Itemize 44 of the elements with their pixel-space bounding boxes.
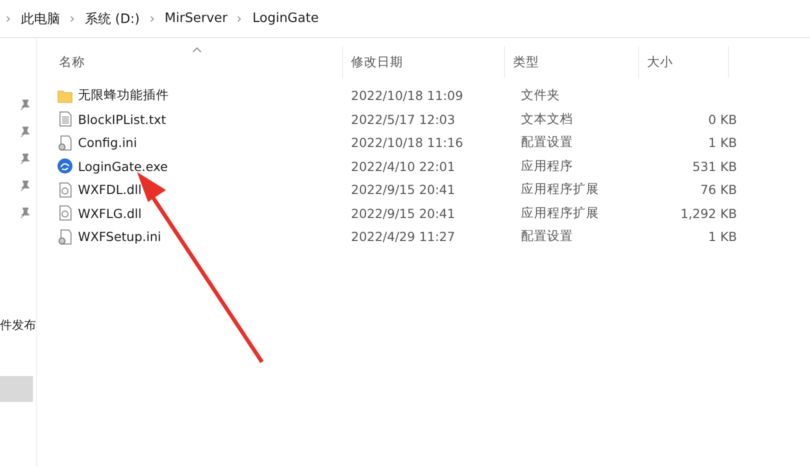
file-name[interactable]: WXFLG.dll	[78, 206, 142, 221]
column-header[interactable]: 名称	[57, 46, 343, 78]
date-cell-text: 2022/10/18 11:16	[350, 135, 464, 150]
date-cell-text: 2022/9/15 20:41	[350, 206, 456, 221]
type-cell-text: 应用程序扩展	[520, 204, 600, 222]
date-cell-text: 2022/4/10 22:01	[350, 158, 456, 174]
type-cell-text: 应用程序	[520, 158, 574, 175]
size-cell: 1,292 KB	[680, 206, 737, 221]
column-header[interactable]: 类型	[505, 46, 639, 78]
breadcrumb-item[interactable]: 此电脑	[21, 10, 60, 28]
file-name[interactable]: BlockIPList.txt	[78, 112, 166, 127]
date-cell-text: 2022/10/18 11:09	[350, 88, 464, 104]
file-name[interactable]: WXFDL.dll	[78, 182, 142, 198]
file-name[interactable]: LoginGate.exe	[78, 158, 168, 174]
type-cell-text: 文件夹	[520, 87, 561, 104]
document-icon	[57, 111, 73, 128]
breadcrumb-item[interactable]: LoginGate	[252, 11, 319, 26]
column-header[interactable]: 修改日期	[343, 46, 505, 78]
sidebar-item-highlight[interactable]	[0, 376, 33, 402]
chevron-icon	[6, 14, 11, 22]
size-cell: 531 KB	[692, 158, 737, 174]
column-header[interactable]: 大小	[639, 46, 729, 78]
size-cell: 1 KB	[708, 135, 737, 150]
file-name[interactable]: 无限蜂功能插件	[78, 87, 169, 104]
file-name[interactable]: Config.ini	[78, 135, 137, 150]
type-cell-text: 应用程序扩展	[520, 181, 600, 198]
type-cell-text: 配置设置	[520, 228, 574, 246]
chevron-icon	[150, 14, 155, 22]
date-cell-text: 2022/5/17 12:03	[350, 112, 456, 127]
breadcrumb-item[interactable]: MirServer	[164, 11, 228, 26]
date-cell-text: 2022/9/15 20:41	[350, 182, 456, 198]
file-name[interactable]: WXFSetup.ini	[78, 229, 162, 244]
sidebar-item[interactable]: 件发布	[0, 317, 36, 333]
app-icon	[57, 158, 73, 174]
chevron-icon	[70, 14, 75, 22]
date-cell-text: 2022/4/29 11:27	[350, 229, 456, 244]
chevron-icon	[237, 14, 242, 22]
size-cell: 1 KB	[708, 229, 737, 244]
breadcrumb-item[interactable]: 系统 (D:)	[85, 10, 140, 28]
type-cell-text: 文本文档	[520, 110, 574, 128]
size-cell: 76 KB	[700, 182, 737, 198]
folder-icon	[57, 88, 73, 104]
size-cell: 0 KB	[708, 112, 737, 127]
type-cell-text: 配置设置	[520, 134, 574, 152]
